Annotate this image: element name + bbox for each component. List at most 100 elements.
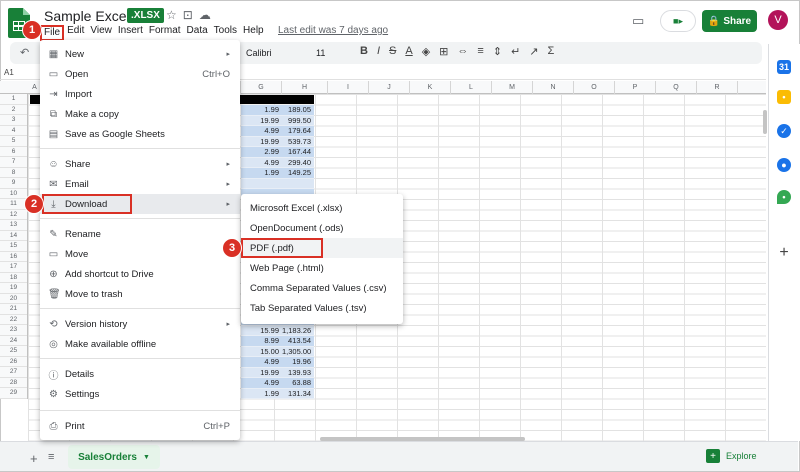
- column-header[interactable]: I: [328, 81, 369, 94]
- row-header[interactable]: 20: [0, 294, 27, 304]
- file-menu-item-make-a-copy[interactable]: ⧉ Make a copy: [40, 104, 240, 124]
- file-menu-item-email[interactable]: ✉ Email ▸: [40, 174, 240, 194]
- row-header[interactable]: 19: [0, 283, 27, 294]
- font-select[interactable]: Calibri: [246, 48, 272, 58]
- column-header[interactable]: N: [533, 81, 574, 94]
- data-cell[interactable]: 4.99: [241, 126, 282, 137]
- bold-icon[interactable]: B: [360, 45, 368, 58]
- column-header[interactable]: Q: [656, 81, 697, 94]
- cloud-status-icon[interactable]: ☁: [199, 8, 211, 22]
- column-header[interactable]: G: [241, 81, 282, 94]
- data-cell[interactable]: 131.34: [282, 388, 314, 399]
- comment-icon[interactable]: ▭: [632, 13, 644, 29]
- borders-icon[interactable]: ⊞: [439, 45, 448, 58]
- row-header[interactable]: 22: [0, 315, 27, 325]
- cell-reference[interactable]: A1: [4, 68, 14, 77]
- row-header[interactable]: 18: [0, 273, 27, 283]
- fill-color-icon[interactable]: ◈: [422, 45, 430, 58]
- menu-help[interactable]: Help: [240, 25, 267, 41]
- download-option-tab-separated-values-tsv[interactable]: Tab Separated Values (.tsv): [241, 298, 403, 318]
- row-header[interactable]: 14: [0, 231, 27, 241]
- row-header[interactable]: 28: [0, 378, 27, 388]
- file-menu-item-new[interactable]: ▦ New ▸: [40, 44, 240, 64]
- file-menu-item-save-as-google-sheets[interactable]: ▤ Save as Google Sheets: [40, 124, 240, 144]
- font-size-select[interactable]: 11: [316, 48, 325, 58]
- text-color-icon[interactable]: A: [405, 45, 412, 58]
- row-header[interactable]: 3: [0, 115, 27, 126]
- row-header[interactable]: 21: [0, 304, 27, 315]
- file-menu-item-move[interactable]: ▭ Move: [40, 244, 240, 264]
- data-cell[interactable]: 1.99: [241, 388, 282, 399]
- data-cell[interactable]: 999.50: [282, 115, 314, 126]
- file-menu-item-settings[interactable]: ⚙ Settings: [40, 384, 240, 404]
- menu-tools[interactable]: Tools: [211, 25, 240, 41]
- keep-icon[interactable]: •: [777, 90, 791, 104]
- file-menu-item-details[interactable]: ⓘ Details: [40, 364, 240, 384]
- last-edit-link[interactable]: Last edit was 7 days ago: [278, 25, 388, 36]
- column-header[interactable]: K: [410, 81, 451, 94]
- row-header[interactable]: 7: [0, 157, 27, 168]
- undo-icon[interactable]: ↶: [20, 46, 29, 59]
- data-cell[interactable]: 139.93: [282, 367, 314, 378]
- data-cell[interactable]: 167.44: [282, 147, 314, 158]
- row-header[interactable]: 15: [0, 241, 27, 252]
- row-header[interactable]: 16: [0, 252, 27, 262]
- data-cell[interactable]: 2.99: [241, 147, 282, 158]
- avatar[interactable]: V: [768, 10, 788, 30]
- column-header[interactable]: H: [282, 81, 328, 94]
- row-header[interactable]: 6: [0, 147, 27, 157]
- data-cell[interactable]: 189.05: [282, 105, 314, 116]
- download-option-opendocument-ods[interactable]: OpenDocument (.ods): [241, 218, 403, 238]
- data-cell[interactable]: 1.99: [241, 168, 282, 179]
- data-cell[interactable]: [241, 178, 282, 189]
- share-button[interactable]: 🔒 Share: [702, 10, 757, 32]
- data-cell[interactable]: 1.99: [241, 105, 282, 116]
- column-header[interactable]: R: [697, 81, 738, 94]
- file-menu-item-share[interactable]: ☺ Share ▸: [40, 154, 240, 174]
- download-option-comma-separated-values-csv[interactable]: Comma Separated Values (.csv): [241, 278, 403, 298]
- column-header[interactable]: L: [451, 81, 492, 94]
- data-cell[interactable]: 19.99: [241, 136, 282, 147]
- data-cell[interactable]: 413.54: [282, 336, 314, 347]
- data-cell[interactable]: 4.99: [241, 357, 282, 368]
- data-cell[interactable]: 15.99: [241, 325, 282, 336]
- add-addon-icon[interactable]: +: [777, 244, 791, 261]
- row-header[interactable]: 4: [0, 126, 27, 136]
- menu-format[interactable]: Format: [146, 25, 184, 41]
- file-menu-item-print[interactable]: ⎙ Print Ctrl+P: [40, 416, 240, 436]
- file-menu-item-move-to-trash[interactable]: 🗑 Move to trash: [40, 284, 240, 304]
- menu-edit[interactable]: Edit: [64, 25, 87, 41]
- row-header[interactable]: 13: [0, 220, 27, 231]
- download-option-web-page-html[interactable]: Web Page (.html): [241, 258, 403, 278]
- column-header[interactable]: P: [615, 81, 656, 94]
- row-header[interactable]: 5: [0, 136, 27, 147]
- data-cell[interactable]: 299.40: [282, 157, 314, 168]
- merge-icon[interactable]: ⇔: [457, 45, 468, 58]
- row-header[interactable]: 24: [0, 336, 27, 346]
- menu-file[interactable]: File: [40, 25, 65, 41]
- menu-data[interactable]: Data: [184, 25, 211, 41]
- row-header[interactable]: 17: [0, 262, 27, 273]
- valign-icon[interactable]: ⇕: [493, 45, 502, 58]
- file-menu-item-make-available-offline[interactable]: ◎ Make available offline: [40, 334, 240, 354]
- row-header[interactable]: 29: [0, 388, 27, 399]
- row-header[interactable]: 12: [0, 210, 27, 220]
- data-cell[interactable]: 63.88: [282, 378, 314, 389]
- row-header[interactable]: 27: [0, 367, 27, 378]
- explore-button[interactable]: + Explore: [706, 449, 757, 463]
- menu-view[interactable]: View: [87, 25, 115, 41]
- rotate-icon[interactable]: ↗: [529, 45, 538, 58]
- column-header[interactable]: J: [369, 81, 410, 94]
- row-header[interactable]: 2: [0, 105, 27, 115]
- meet-button[interactable]: ■▸: [660, 10, 696, 32]
- all-sheets-icon[interactable]: ≡: [48, 451, 54, 463]
- data-cell[interactable]: [282, 178, 314, 189]
- row-header[interactable]: 11: [0, 199, 27, 210]
- file-menu-item-rename[interactable]: ✎ Rename: [40, 224, 240, 244]
- tasks-icon[interactable]: ✓: [777, 124, 791, 138]
- vertical-scrollbar[interactable]: [763, 110, 767, 134]
- wrap-icon[interactable]: ↵: [511, 45, 520, 58]
- strikethrough-icon[interactable]: S: [389, 45, 396, 58]
- italic-icon[interactable]: I: [377, 45, 380, 58]
- download-option-microsoft-excel-xlsx[interactable]: Microsoft Excel (.xlsx): [241, 198, 403, 218]
